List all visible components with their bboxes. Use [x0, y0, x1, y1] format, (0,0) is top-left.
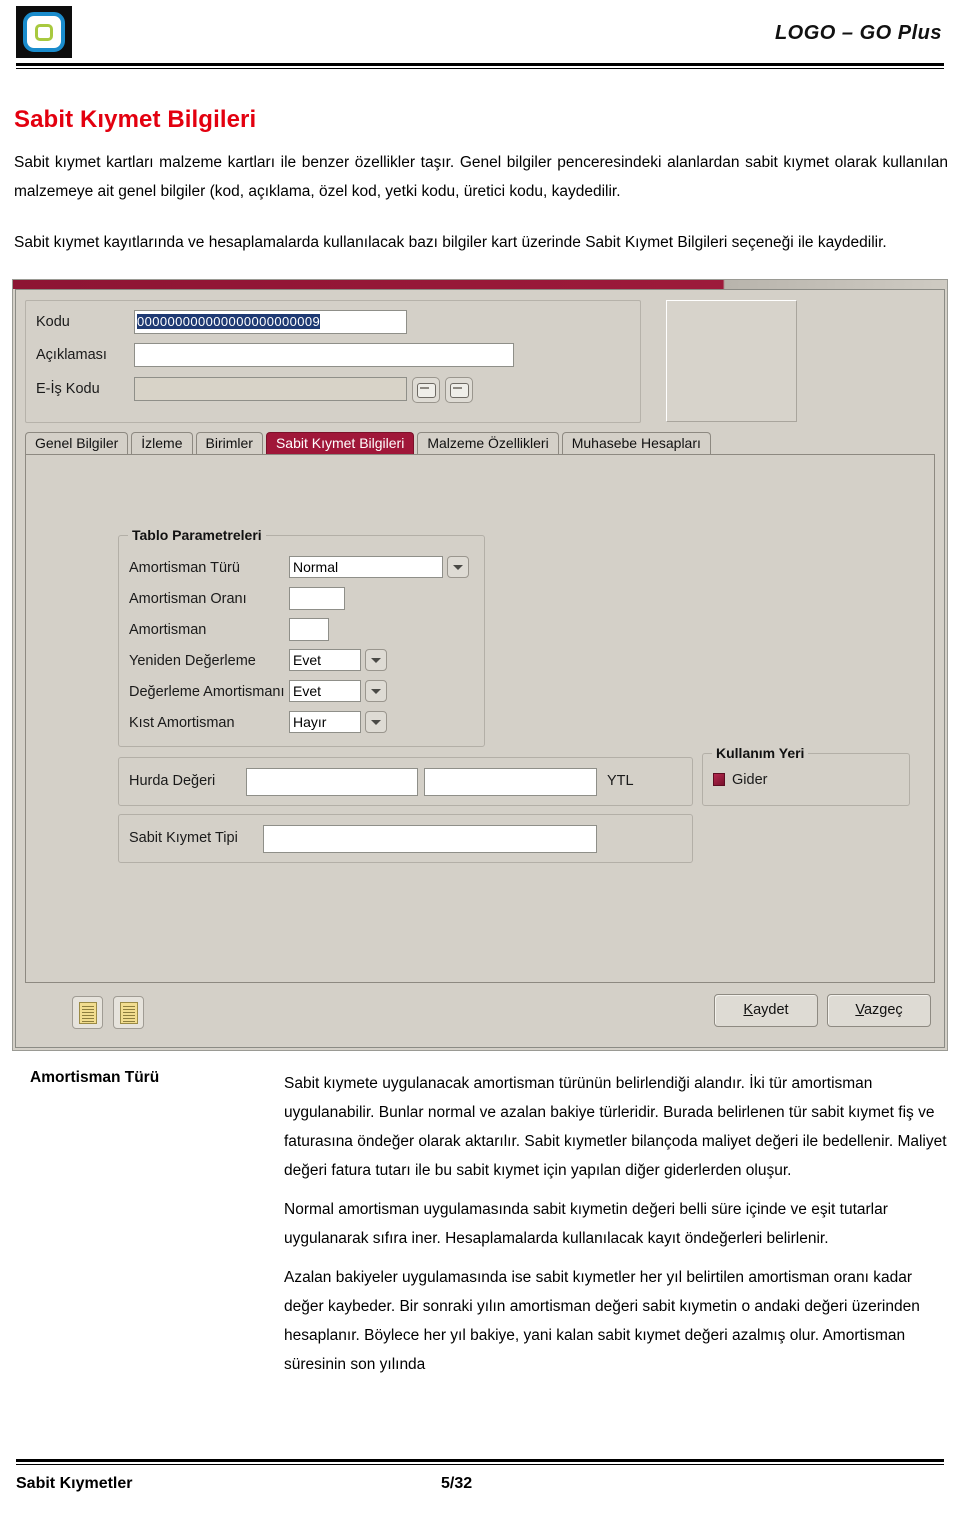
brand-title: LOGO – GO Plus	[774, 22, 942, 44]
page-header: LOGO – GO Plus	[12, 0, 948, 70]
description-term: Amortisman Türü	[30, 1069, 160, 1086]
note-icon-1[interactable]	[72, 996, 103, 1029]
amortisman-turu-combo[interactable]: Normal	[289, 556, 469, 578]
save-button-rest: aydet	[753, 1002, 789, 1018]
page-footer: Sabit Kıymetler 5/32	[16, 1475, 944, 1501]
header-rule	[16, 63, 944, 69]
kodu-input[interactable]: 000000000000000000000009	[134, 310, 407, 334]
aciklamasi-input[interactable]	[134, 343, 514, 367]
tab-bar: Genel Bilgiler İzleme Birimler Sabit Kıy…	[25, 432, 714, 455]
save-accel: K	[743, 1002, 754, 1018]
description-paragraph-1: Sabit kıymete uygulanacak amortisman tür…	[284, 1075, 947, 1179]
header-fields-group: Kodu 000000000000000000000009 Açıklaması…	[25, 300, 641, 423]
card-list-icon[interactable]	[445, 377, 473, 403]
description-paragraph-3: Azalan bakiyeler uygulamasında ise sabit…	[284, 1269, 920, 1373]
kodu-input-value: 000000000000000000000009	[137, 314, 321, 329]
cancel-button[interactable]: Vazgeç	[827, 994, 931, 1027]
degerleme-amortismani-value: Evet	[289, 680, 361, 702]
tablo-parametreleri-group: Tablo Parametreleri Amortisman Türü Norm…	[118, 527, 485, 747]
hurda-degeri-input-1[interactable]	[246, 768, 418, 796]
amortisman-turu-label: Amortisman Türü	[129, 560, 240, 576]
hurda-degeri-group: Hurda Değeri YTL	[118, 757, 693, 806]
amortisman-label: Amortisman	[129, 622, 207, 638]
chevron-down-icon[interactable]	[365, 649, 387, 671]
tab-birimler[interactable]: Birimler	[195, 432, 263, 454]
footer-rule	[16, 1459, 944, 1465]
description-block: Amortisman Türü Sabit kıymete uygulanaca…	[12, 1069, 948, 1379]
kist-amortisman-value: Hayır	[289, 711, 361, 733]
description-paragraph-2: Normal amortisman uygulamasında sabit kı…	[284, 1201, 888, 1247]
sabit-kiymet-tipi-group: Sabit Kıymet Tipi	[118, 814, 693, 863]
image-placeholder[interactable]	[666, 300, 797, 422]
tab-sabit-kiymet-bilgileri[interactable]: Sabit Kıymet Bilgileri	[265, 432, 415, 454]
yeniden-degerleme-combo[interactable]: Evet	[289, 649, 387, 671]
amortisman-input[interactable]	[289, 618, 329, 641]
hurda-degeri-label: Hurda Değeri	[129, 773, 216, 789]
yeniden-degerleme-value: Evet	[289, 649, 361, 671]
chevron-down-icon[interactable]	[365, 711, 387, 733]
aciklamasi-label: Açıklaması	[36, 347, 107, 363]
card-icon[interactable]	[412, 377, 440, 403]
save-button[interactable]: Kaydet	[714, 994, 818, 1027]
tablo-parametreleri-title: Tablo Parametreleri	[128, 527, 266, 543]
note-icon-2[interactable]	[113, 996, 144, 1029]
cancel-button-rest: azgeç	[863, 1002, 903, 1018]
intro-paragraph-2: Sabit kıymet kayıtlarında ve hesaplamala…	[14, 234, 887, 251]
description-body: Sabit kıymete uygulanacak amortisman tür…	[284, 1069, 948, 1379]
degerleme-amortismani-combo[interactable]: Evet	[289, 680, 387, 702]
radio-selected-icon	[713, 773, 725, 786]
chevron-down-icon[interactable]	[365, 680, 387, 702]
degerleme-amortismani-label: Değerleme Amortismanı	[129, 684, 285, 700]
intro-paragraph-1: Sabit kıymet kartları malzeme kartları i…	[14, 154, 948, 200]
footer-page-number: 5/32	[441, 1475, 473, 1492]
kullanim-yeri-title: Kullanım Yeri	[712, 745, 809, 761]
dialog-body: Kodu 000000000000000000000009 Açıklaması…	[15, 289, 945, 1048]
logo-rounded-square-icon	[16, 6, 72, 58]
kullanim-yeri-option[interactable]: Gider	[713, 772, 767, 788]
hurda-degeri-currency: YTL	[607, 773, 634, 789]
tab-malzeme-ozellikleri[interactable]: Malzeme Özellikleri	[417, 432, 559, 454]
e-is-kodu-label: E-İş Kodu	[36, 381, 100, 397]
amortisman-orani-input[interactable]	[289, 587, 345, 610]
sabit-kiymet-tipi-input[interactable]	[263, 825, 597, 853]
kist-amortisman-combo[interactable]: Hayır	[289, 711, 387, 733]
footer-title: Sabit Kıymetler	[16, 1475, 133, 1492]
tab-genel-bilgiler[interactable]: Genel Bilgiler	[25, 432, 129, 454]
tab-panel-sabit-kiymet-bilgileri: Tablo Parametreleri Amortisman Türü Norm…	[25, 454, 935, 983]
tab-muhasebe-hesaplari[interactable]: Muhasebe Hesapları	[561, 432, 711, 454]
tab-izleme[interactable]: İzleme	[131, 432, 193, 454]
amortisman-turu-value: Normal	[289, 556, 443, 578]
amortisman-orani-label: Amortisman Oranı	[129, 591, 247, 607]
dialog-titlebar[interactable]	[13, 280, 947, 289]
sabit-kiymet-tipi-label: Sabit Kıymet Tipi	[129, 830, 238, 846]
cancel-accel: V	[855, 1002, 864, 1018]
document-page: LOGO – GO Plus Sabit Kıymet Bilgileri Sa…	[0, 0, 960, 1513]
kullanim-yeri-option-label: Gider	[732, 772, 768, 788]
application-screenshot: Kodu 000000000000000000000009 Açıklaması…	[12, 279, 948, 1051]
kist-amortisman-label: Kıst Amortisman	[129, 715, 235, 731]
e-is-kodu-input[interactable]	[134, 377, 407, 401]
yeniden-degerleme-label: Yeniden Değerleme	[129, 653, 256, 669]
chevron-down-icon[interactable]	[447, 556, 469, 578]
hurda-degeri-input-2[interactable]	[424, 768, 597, 796]
page-title: Sabit Kıymet Bilgileri	[14, 106, 257, 133]
kodu-label: Kodu	[36, 314, 70, 330]
kullanim-yeri-group: Kullanım Yeri Gider	[702, 745, 910, 806]
dialog-button-bar: Kaydet Vazgeç	[25, 989, 935, 1039]
